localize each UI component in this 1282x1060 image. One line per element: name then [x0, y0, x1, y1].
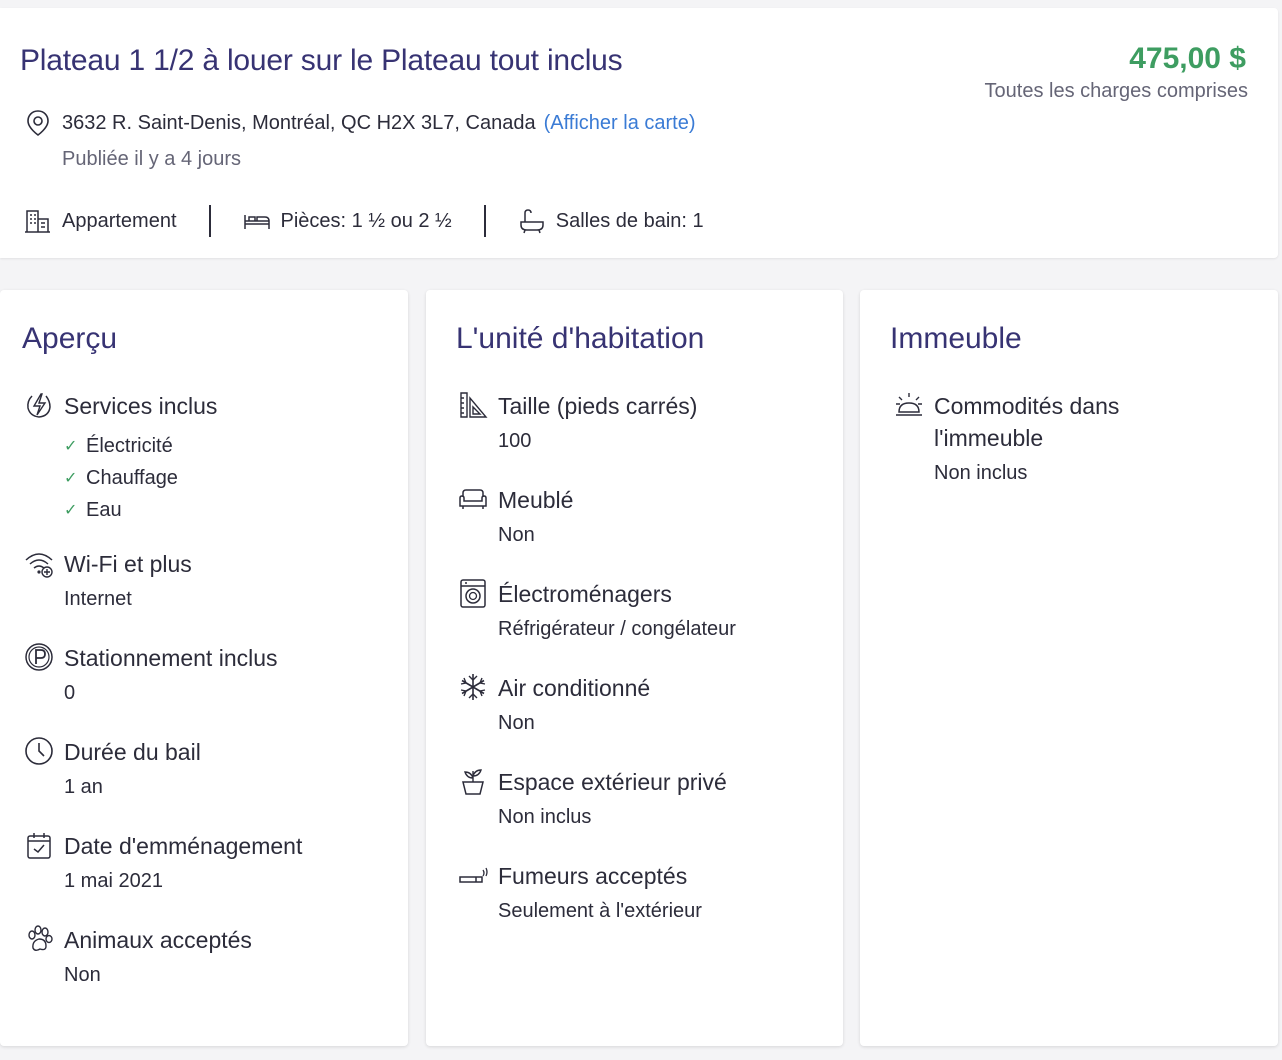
pets-label: Animaux acceptés: [64, 927, 252, 953]
services-label: Services inclus: [64, 393, 218, 419]
check-icon: ✓: [64, 470, 78, 487]
listing-title: Plateau 1 1/2 à louer sur le Plateau tou…: [20, 44, 623, 77]
overview-title: Aperçu: [22, 322, 118, 355]
check-icon: ✓: [64, 438, 78, 455]
overview-card: Aperçu Services inclus ✓ Électricité ✓ Cha…: [0, 290, 408, 1046]
furnished-label: Meublé: [498, 487, 574, 513]
feature-rooms: Pièces: 1 ½ ou 2 ½: [243, 207, 452, 235]
feature-rooms-label: Pièces: 1 ½ ou 2 ½: [280, 209, 452, 232]
plant-icon: [462, 769, 484, 795]
outdoor-label: Espace extérieur privé: [498, 769, 727, 795]
ruler-icon: [460, 392, 488, 418]
amenities-label: Commodités dans l'immeuble: [934, 393, 1120, 451]
service-bell-icon: [896, 393, 922, 416]
building-card: Immeuble Commodités dans l'immeuble Non …: [860, 290, 1278, 1046]
list-item: ✓ Chauffage: [64, 466, 178, 489]
lightning-icon: [27, 393, 51, 418]
address-row: 3632 R. Saint-Denis, Montréal, QC H2X 3L…: [24, 108, 696, 138]
smoking-value: Seulement à l'extérieur: [498, 900, 702, 922]
appliances-label: Électroménagers: [498, 581, 672, 607]
wifi-value: Internet: [64, 588, 132, 610]
bed-icon: [243, 215, 270, 229]
feature-row: Appartement Pièces: 1 ½ ou 2 ½ Salles de…: [24, 204, 704, 238]
wifi-plus-icon: [25, 553, 53, 578]
washing-machine-icon: [460, 579, 486, 608]
address-text: 3632 R. Saint-Denis, Montréal, QC H2X 3L…: [62, 111, 536, 134]
appliances-value: Réfrigérateur / congélateur: [498, 618, 736, 640]
parking-value: 0: [64, 682, 76, 704]
list-item: ✓ Électricité: [64, 434, 173, 457]
show-map-link[interactable]: (Afficher la carte): [544, 112, 696, 135]
feature-type-label: Appartement: [62, 209, 177, 232]
ac-value: Non: [498, 712, 535, 734]
feature-bathrooms: Salles de bain: 1: [518, 207, 704, 235]
outdoor-value: Non inclus: [498, 806, 592, 828]
clock-icon: [25, 737, 53, 765]
price-note: Toutes les charges comprises: [984, 80, 1248, 102]
building-icon: [25, 210, 50, 233]
feature-bathrooms-label: Salles de bain: 1: [555, 209, 704, 232]
listing-header: Plateau 1 1/2 à louer sur le Plateau tou…: [0, 8, 1278, 258]
parking-icon: [25, 643, 53, 671]
lease-label: Durée du bail: [64, 739, 201, 765]
divider: [483, 205, 486, 237]
lease-value: 1 an: [64, 776, 103, 798]
paw-icon: [28, 925, 53, 951]
snowflake-icon: [460, 674, 486, 700]
cigarette-icon: [459, 867, 488, 883]
list-item: ✓ Eau: [64, 498, 122, 521]
wifi-label: Wi-Fi et plus: [64, 551, 192, 577]
feature-type: Appartement: [24, 207, 177, 235]
size-value: 100: [498, 430, 532, 452]
amenities-value: Non inclus: [934, 462, 1028, 484]
check-icon: ✓: [64, 502, 78, 519]
smoking-label: Fumeurs acceptés: [498, 863, 688, 889]
services-list: ✓ Électricité ✓ Chauffage ✓ Eau: [64, 430, 178, 526]
parking-label: Stationnement inclus: [64, 645, 278, 671]
published-date: Publiée il y a 4 jours: [62, 148, 241, 170]
pets-value: Non: [64, 964, 101, 986]
listing-price: 475,00 $: [1129, 42, 1246, 75]
unit-title: L'unité d'habitation: [456, 322, 705, 355]
unit-card: L'unité d'habitation Taille (pieds carré…: [426, 290, 843, 1046]
map-pin-icon: [27, 110, 49, 136]
move-in-value: 1 mai 2021: [64, 870, 163, 892]
bathtub-icon: [520, 209, 544, 234]
building-title: Immeuble: [890, 322, 1022, 355]
ac-label: Air conditionné: [498, 675, 651, 701]
calendar-icon: [27, 833, 51, 859]
size-label: Taille (pieds carrés): [498, 393, 698, 419]
divider: [208, 205, 211, 237]
sofa-icon: [459, 489, 487, 509]
furnished-value: Non: [498, 524, 535, 546]
move-in-label: Date d'emménagement: [64, 833, 303, 859]
